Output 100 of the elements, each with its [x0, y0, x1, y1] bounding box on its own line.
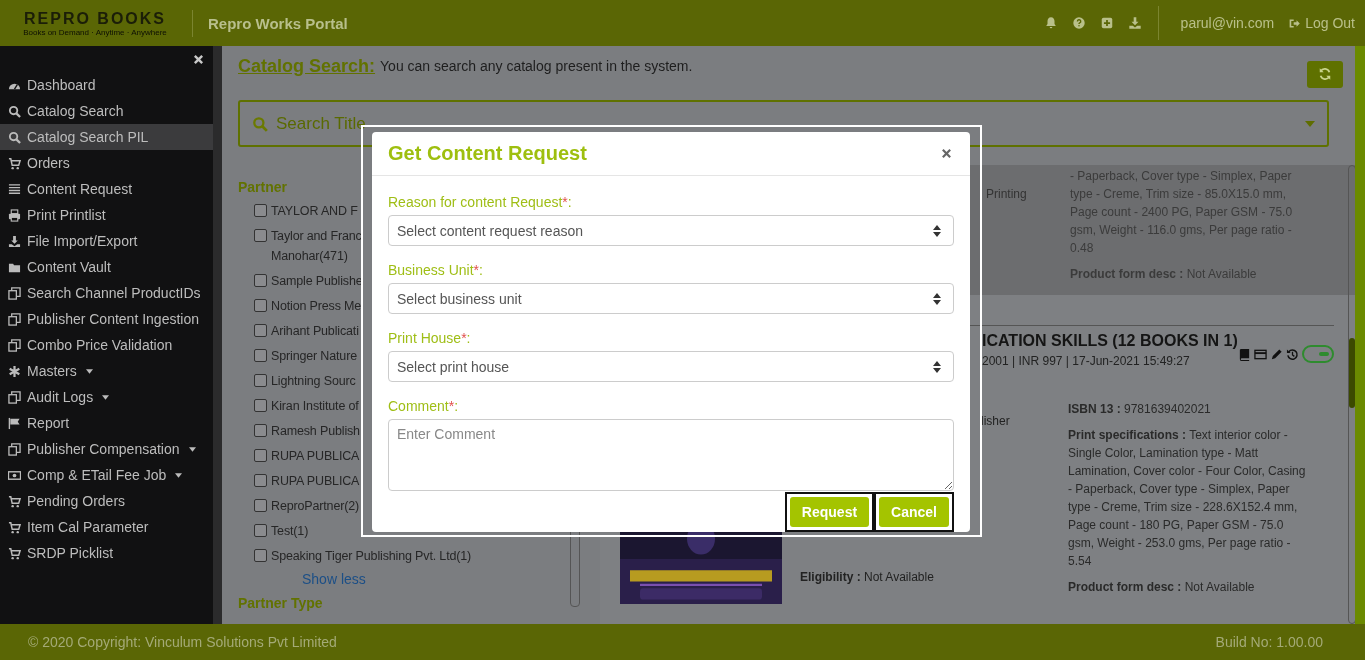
scrollbar[interactable]: [1355, 46, 1365, 624]
sidebar-item[interactable]: Catalog Search: [0, 98, 213, 124]
sidebar-item[interactable]: Catalog Search PIL: [0, 124, 213, 150]
download-icon[interactable]: [1127, 16, 1142, 30]
sidebar-item[interactable]: Print Printlist: [0, 202, 213, 228]
checkbox[interactable]: [254, 324, 267, 337]
checkbox[interactable]: [254, 204, 267, 217]
sidebar-item[interactable]: Publisher Content Ingestion: [0, 306, 213, 332]
partner-option: ReproPartner(2): [271, 496, 360, 516]
search-icon: [8, 104, 21, 118]
cart-icon: [8, 546, 21, 560]
field-label: Comment*:: [388, 398, 460, 414]
list-icon: [8, 182, 21, 196]
checkbox[interactable]: [254, 349, 267, 362]
cart-icon: [8, 494, 21, 508]
checkbox[interactable]: [254, 299, 267, 312]
book-meta: 2001 | INR 997 | 17-Jun-2021 15:49:27: [982, 354, 1191, 368]
checkbox[interactable]: [254, 499, 267, 512]
page-description: You can search any catalog present in the system.: [380, 58, 693, 74]
filter-heading: Partner: [238, 179, 289, 195]
select-field[interactable]: Select print house: [388, 351, 954, 382]
partner-option: Test(1): [271, 521, 309, 541]
caret-icon[interactable]: [102, 394, 110, 400]
partner-option: RUPA PUBLICA: [271, 446, 360, 466]
logout-icon[interactable]: [1288, 16, 1302, 30]
checkbox[interactable]: [254, 374, 267, 387]
flag-icon: [8, 416, 21, 430]
sidebar-item[interactable]: SRDP Picklist: [0, 540, 213, 566]
comment-field[interactable]: Enter Comment: [388, 419, 954, 491]
sidebar-item[interactable]: Publisher Compensation: [0, 436, 213, 462]
partner-option: Taylor and Franc Manohar(471): [271, 226, 362, 266]
build-number: Build No: 1.00.00: [1215, 634, 1323, 650]
close-icon[interactable]: [193, 53, 204, 65]
caret-icon[interactable]: [85, 368, 93, 374]
sidebar-item[interactable]: Comp & ETail Fee Job: [0, 462, 213, 488]
partner-option: Sample Publishe: [271, 271, 363, 291]
partner-option: Springer Nature: [271, 346, 357, 366]
copy-icon: [8, 338, 21, 352]
book-icon[interactable]: [1237, 347, 1251, 361]
asterisk-icon: [8, 364, 21, 378]
history-icon[interactable]: [1285, 347, 1299, 361]
refresh-icon: [1318, 67, 1332, 81]
field-label: Business Unit*:: [388, 262, 484, 278]
partner-option: Notion Press Me: [271, 296, 362, 316]
card-icon[interactable]: [1253, 347, 1267, 361]
partner-option: Arihant Publicati: [271, 321, 359, 341]
logo: REPRO BOOKS: [24, 9, 166, 28]
checkbox[interactable]: [254, 449, 267, 462]
caret-icon[interactable]: [175, 472, 183, 478]
partner-option: TAYLOR AND F: [271, 201, 358, 221]
isbn: ISBN 13 : 9781639402021: [1068, 401, 1212, 418]
sidebar-item[interactable]: Search Channel ProductIDs: [0, 280, 213, 306]
checkbox[interactable]: [254, 474, 267, 487]
sidebar-item[interactable]: File Import/Export: [0, 228, 213, 254]
page-title: Catalog Search:: [238, 55, 376, 77]
copy-icon: [8, 286, 21, 300]
sidebar-item[interactable]: Pending Orders: [0, 488, 213, 514]
sidebar-item[interactable]: Combo Price Validation: [0, 332, 213, 358]
printer-icon: [8, 208, 21, 222]
updown-arrows-icon: [933, 360, 941, 373]
sidebar-item[interactable]: Report: [0, 410, 213, 436]
eligibility: Eligibility : Not Available: [800, 570, 935, 586]
checkbox[interactable]: [254, 274, 267, 287]
select-field[interactable]: Select business unit: [388, 283, 954, 314]
sidebar-item[interactable]: Content Vault: [0, 254, 213, 280]
partner-option: Lightning Sourc: [271, 371, 356, 391]
search-icon: [8, 130, 21, 144]
field-label: Reason for content Request*:: [388, 194, 573, 210]
sidebar-item[interactable]: Masters: [0, 358, 213, 384]
sidebar-item[interactable]: Content Request: [0, 176, 213, 202]
cart-icon: [8, 156, 21, 170]
updown-arrows-icon: [933, 292, 941, 305]
checkbox[interactable]: [254, 424, 267, 437]
edit-icon[interactable]: [1269, 347, 1283, 361]
toggle-switch[interactable]: [1301, 345, 1334, 363]
logo-tagline: Books on Demand · Anytime · Anywhere: [23, 27, 167, 37]
checkbox[interactable]: [254, 524, 267, 537]
checkbox[interactable]: [254, 229, 267, 242]
updown-arrows-icon: [933, 224, 941, 237]
result-text: lisher: [980, 414, 1011, 428]
partner-option: Speaking Tiger Publishing Pvt. Ltd(1): [271, 546, 472, 566]
sidebar-item[interactable]: Dashboard: [0, 72, 213, 98]
search-input[interactable]: Search Title: [274, 112, 1299, 135]
checkbox[interactable]: [254, 399, 267, 412]
book-title[interactable]: ICATION SKILLS (12 BOOKS IN 1): [982, 332, 1238, 350]
scrollbar[interactable]: [213, 46, 222, 624]
sidebar-item[interactable]: Audit Logs: [0, 384, 213, 410]
filter-heading: Partner Type: [238, 595, 324, 611]
select-field[interactable]: Select content request reason: [388, 215, 954, 246]
copy-icon: [8, 390, 21, 404]
caret-icon[interactable]: [188, 446, 196, 452]
refresh-button[interactable]: [1307, 60, 1343, 88]
add-icon[interactable]: [1099, 16, 1114, 30]
product-form-desc: Product form desc : Not Available: [1068, 579, 1256, 596]
help-icon[interactable]: [1071, 16, 1086, 30]
checkbox[interactable]: [254, 549, 267, 562]
sidebar-item[interactable]: Orders: [0, 150, 213, 176]
sidebar-item[interactable]: Item Cal Parameter: [0, 514, 213, 540]
close-icon[interactable]: [941, 148, 952, 159]
field-label: Print House*:: [388, 330, 472, 346]
